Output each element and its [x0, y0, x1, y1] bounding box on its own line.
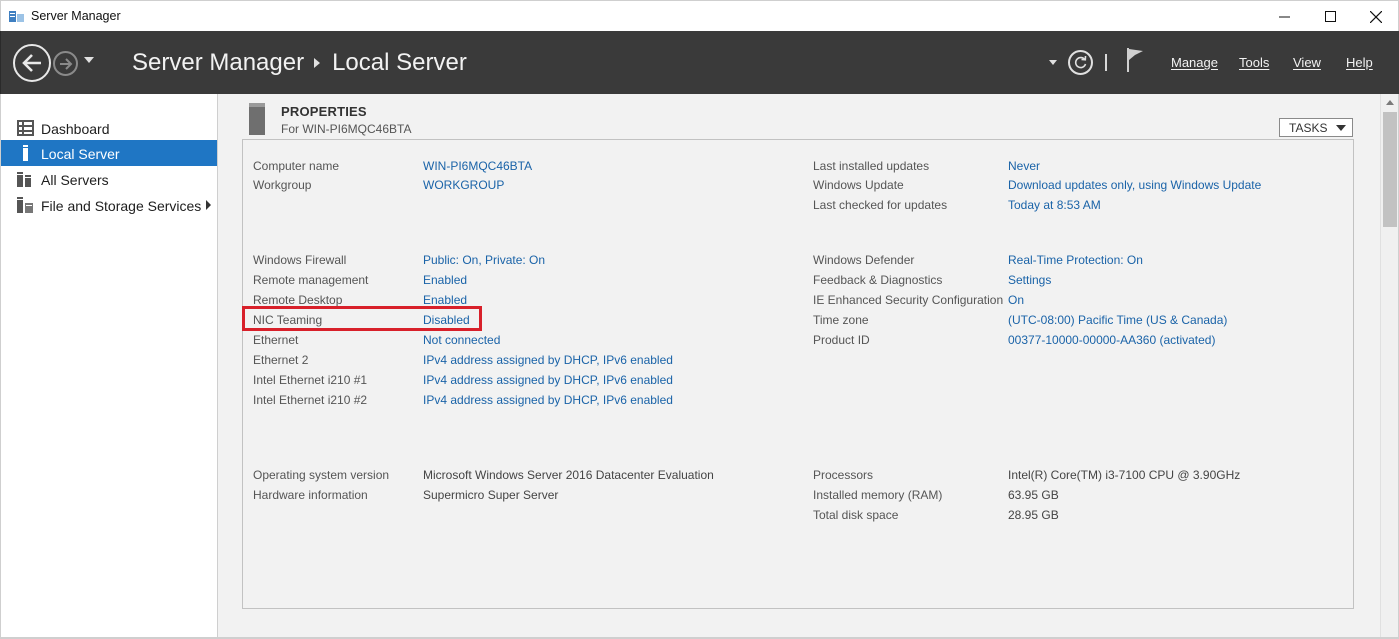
total-disk-space-value: 28.95 GB [1008, 508, 1059, 522]
property-label: Processors [813, 468, 874, 482]
maximize-icon [1324, 11, 1336, 22]
servers-icon [17, 172, 31, 187]
processors-value: Intel(R) Core(TM) i3-7100 CPU @ 3.90GHz [1008, 468, 1241, 482]
main-content: PROPERTIES For WIN-PI6MQC46BTA TASKS Com… [218, 94, 1380, 639]
windows-firewall-link[interactable]: Public: On, Private: On [423, 253, 545, 267]
property-label: Total disk space [813, 508, 899, 522]
refresh-button[interactable] [1068, 50, 1093, 75]
last-installed-updates-link[interactable]: Never [1008, 159, 1040, 173]
menu-help[interactable]: Help [1346, 55, 1373, 70]
refresh-dropdown-icon[interactable] [1049, 60, 1057, 65]
sidebar-item-label: Dashboard [41, 121, 110, 137]
forward-button[interactable] [53, 51, 78, 76]
header-bar: Server Manager Local Server Manage Tools… [0, 31, 1399, 94]
minimize-button[interactable] [1261, 1, 1307, 32]
last-checked-updates-link[interactable]: Today at 8:53 AM [1008, 198, 1101, 212]
windows-update-link[interactable]: Download updates only, using Windows Upd… [1008, 178, 1261, 192]
server-manager-app-icon [9, 11, 24, 22]
computer-name-link[interactable]: WIN-PI6MQC46BTA [423, 159, 532, 173]
property-label: Feedback & Diagnostics [813, 273, 943, 287]
tasks-label: TASKS [1289, 120, 1328, 135]
ethernet-2-link[interactable]: IPv4 address assigned by DHCP, IPv6 enab… [423, 353, 673, 367]
tasks-button[interactable]: TASKS [1279, 118, 1353, 137]
property-label: Ethernet [253, 333, 299, 347]
hardware-info-value: Supermicro Super Server [423, 488, 559, 502]
server-icon [23, 145, 28, 161]
sidebar-item-all-servers[interactable]: All Servers [1, 166, 217, 192]
back-button[interactable] [13, 44, 51, 82]
header-divider [1105, 54, 1107, 71]
scroll-thumb[interactable] [1383, 112, 1397, 227]
intel-ethernet-2-link[interactable]: IPv4 address assigned by DHCP, IPv6 enab… [423, 393, 673, 407]
product-id-link[interactable]: 00377-10000-00000-AA360 (activated) [1008, 333, 1215, 347]
sidebar-item-local-server[interactable]: Local Server [1, 140, 217, 166]
properties-server-icon [249, 103, 265, 135]
remote-management-link[interactable]: Enabled [423, 273, 467, 287]
intel-ethernet-1-link[interactable]: IPv4 address assigned by DHCP, IPv6 enab… [423, 373, 673, 387]
breadcrumb-current: Local Server [332, 49, 467, 76]
sidebar-item-file-storage[interactable]: File and Storage Services [1, 192, 217, 218]
ethernet-link[interactable]: Not connected [423, 333, 500, 347]
property-label: Hardware information [253, 488, 368, 502]
chevron-right-icon[interactable] [206, 200, 211, 210]
breadcrumb-separator-icon [314, 58, 321, 68]
property-label: IE Enhanced Security Configuration [813, 293, 1004, 307]
sidebar-item-label: Local Server [41, 146, 120, 162]
storage-icon [17, 197, 33, 213]
windows-defender-link[interactable]: Real-Time Protection: On [1008, 253, 1143, 267]
sidebar-item-dashboard[interactable]: Dashboard [1, 115, 217, 141]
property-label: Workgroup [253, 178, 312, 192]
nic-teaming-highlight-box [242, 306, 482, 331]
sidebar-item-label: File and Storage Services [41, 198, 202, 214]
feedback-diagnostics-link[interactable]: Settings [1008, 273, 1051, 287]
title-bar: Server Manager [0, 0, 1399, 31]
workgroup-link[interactable]: WORKGROUP [423, 178, 504, 192]
property-label: Last checked for updates [813, 198, 948, 212]
property-label: Product ID [813, 333, 870, 347]
time-zone-link[interactable]: (UTC-08:00) Pacific Time (US & Canada) [1008, 313, 1227, 327]
close-button[interactable] [1353, 1, 1399, 32]
property-label: Windows Update [813, 178, 904, 192]
os-version-value: Microsoft Windows Server 2016 Datacenter… [423, 468, 714, 482]
vertical-scrollbar[interactable] [1380, 94, 1399, 639]
property-label: Intel Ethernet i210 #2 [253, 393, 368, 407]
property-label: Windows Defender [813, 253, 915, 267]
close-icon [1370, 10, 1382, 23]
notifications-flag-icon[interactable] [1125, 47, 1145, 73]
arrow-left-icon [22, 54, 41, 72]
property-label: Remote management [253, 273, 369, 287]
chevron-down-icon [1336, 125, 1346, 131]
window-title: Server Manager [31, 9, 121, 23]
property-label: Operating system version [253, 468, 390, 482]
scroll-up-icon[interactable] [1386, 100, 1394, 105]
minimize-icon [1278, 16, 1290, 18]
arrow-right-icon [59, 57, 72, 70]
maximize-button[interactable] [1307, 1, 1353, 32]
breadcrumb: Server Manager Local Server [132, 49, 467, 77]
property-label: Time zone [813, 313, 869, 327]
properties-title: PROPERTIES [281, 104, 367, 119]
sidebar-item-label: All Servers [41, 172, 109, 188]
remote-desktop-link[interactable]: Enabled [423, 293, 467, 307]
property-label: Ethernet 2 [253, 353, 309, 367]
history-dropdown-icon[interactable] [84, 57, 94, 63]
ie-esc-link[interactable]: On [1008, 293, 1024, 307]
properties-subtitle: For WIN-PI6MQC46BTA [281, 122, 412, 136]
refresh-icon [1074, 55, 1087, 69]
dashboard-icon [17, 120, 34, 136]
property-label: Computer name [253, 159, 340, 173]
property-label: Windows Firewall [253, 253, 347, 267]
breadcrumb-app[interactable]: Server Manager [132, 49, 304, 77]
menu-tools[interactable]: Tools [1239, 55, 1269, 70]
properties-panel: Computer name WIN-PI6MQC46BTA Workgroup … [242, 139, 1354, 609]
sidebar: Dashboard Local Server All Servers File … [0, 94, 218, 639]
menu-manage[interactable]: Manage [1171, 55, 1218, 70]
property-label: Remote Desktop [253, 293, 343, 307]
installed-memory-value: 63.95 GB [1008, 488, 1059, 502]
menu-view[interactable]: View [1293, 55, 1321, 70]
property-label: Last installed updates [813, 159, 930, 173]
property-label: Intel Ethernet i210 #1 [253, 373, 368, 387]
property-label: Installed memory (RAM) [813, 488, 943, 502]
